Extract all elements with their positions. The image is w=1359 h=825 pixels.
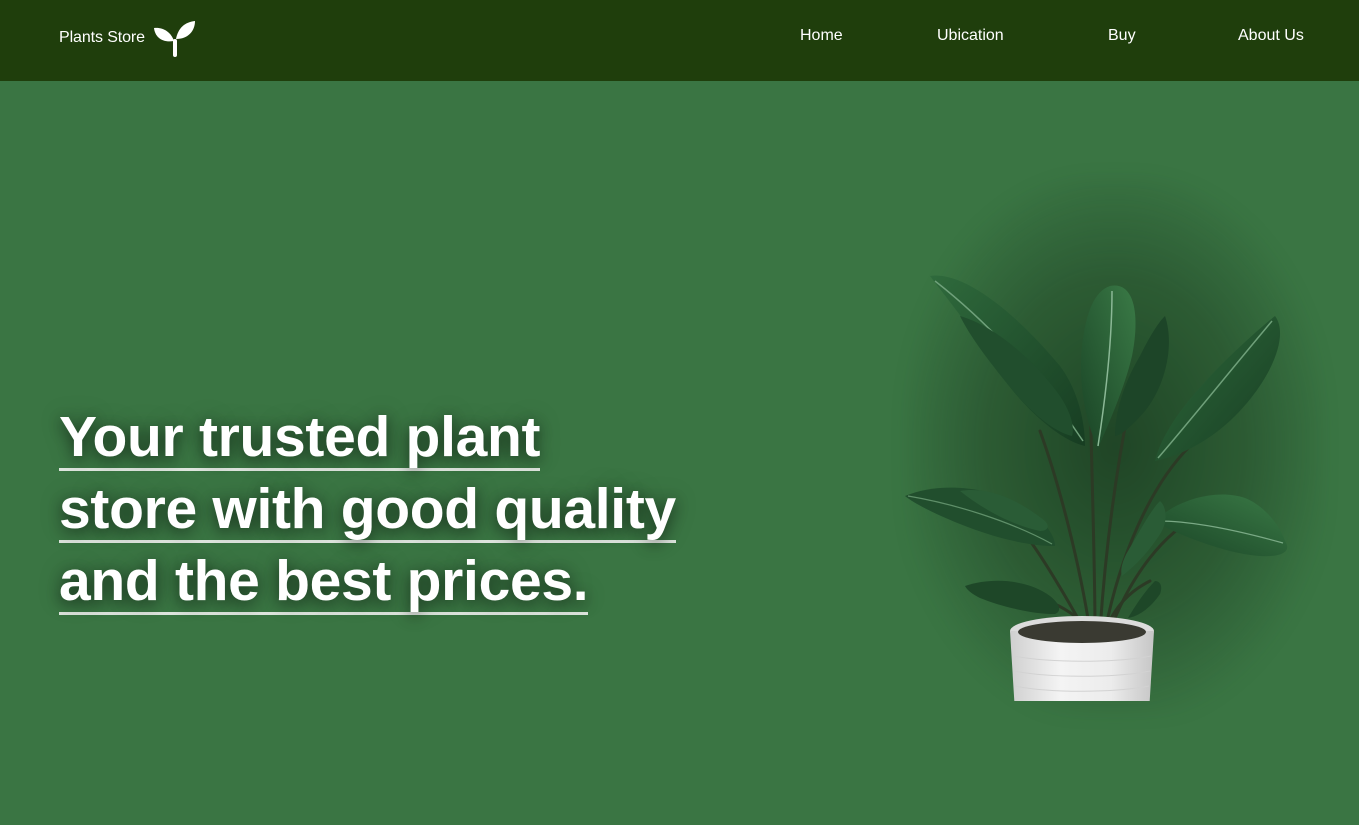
hero-headline: Your trusted plant store with good quali… — [59, 406, 699, 622]
navbar: Plants Store Home Ubication Buy About Us — [0, 0, 1359, 81]
headline-line-2: store with good quality — [59, 477, 676, 543]
headline-line-3: and the best prices. — [59, 549, 589, 615]
nav-link-home[interactable]: Home — [800, 27, 843, 45]
nav-link-ubication[interactable]: Ubication — [937, 27, 1004, 45]
brand-link[interactable]: Plants Store — [59, 19, 197, 57]
headline-line-1: Your trusted plant — [59, 405, 541, 471]
sprout-icon — [153, 19, 197, 57]
nav-link-about-us[interactable]: About Us — [1238, 27, 1304, 45]
nav-link-buy[interactable]: Buy — [1108, 27, 1136, 45]
hero-section: Your trusted plant store with good quali… — [0, 81, 1359, 825]
brand-name: Plants Store — [59, 29, 145, 46]
potted-plant-image — [905, 275, 1288, 701]
